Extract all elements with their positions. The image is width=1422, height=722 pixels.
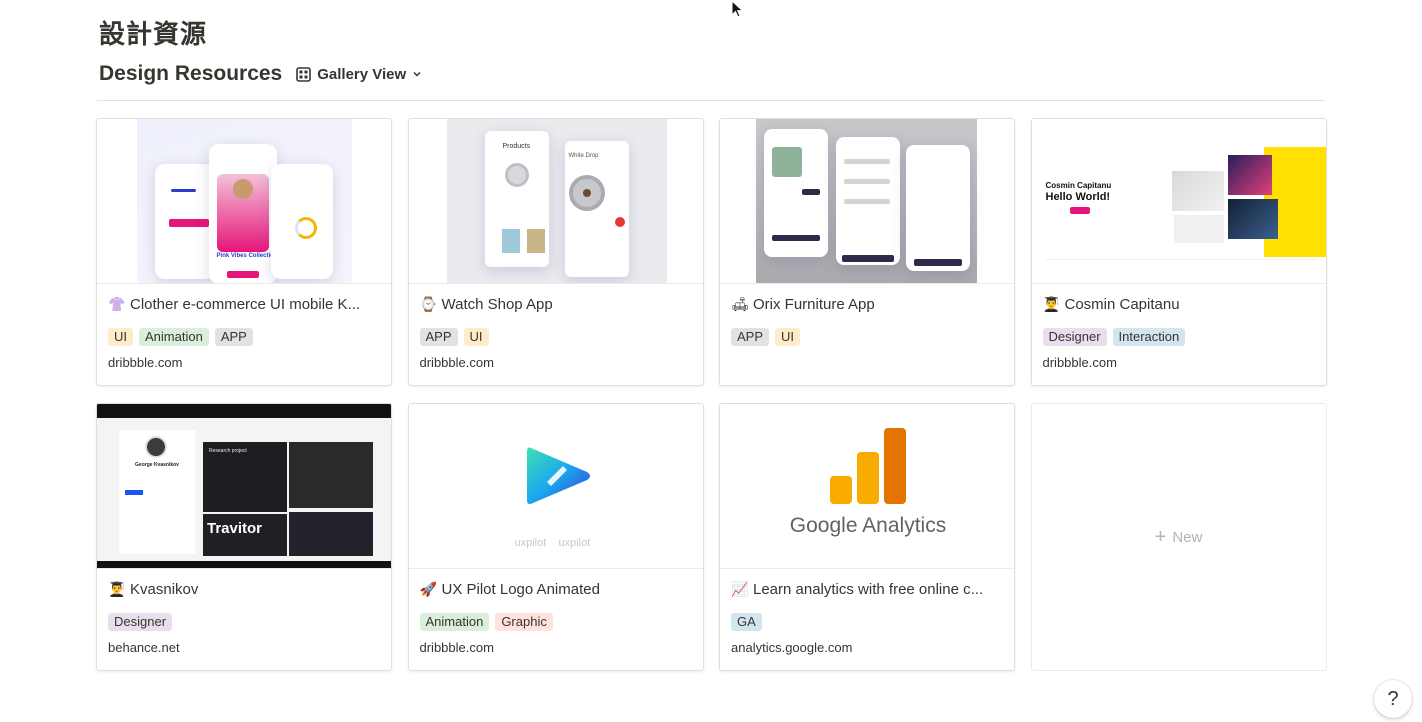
card-cover-image xyxy=(720,119,1014,284)
thumb-name: Cosmin Capitanu xyxy=(1045,181,1112,190)
thumb-word: Travitor xyxy=(207,520,263,537)
tag-ga: GA xyxy=(731,613,762,631)
card-cover-image: uxpilot uxpilot xyxy=(408,404,703,569)
mouse-cursor-icon xyxy=(731,0,744,18)
gallery-grid-icon xyxy=(296,66,312,82)
uxpilot-logo-icon xyxy=(526,447,590,504)
card-cover-image: George Kvasnikov Research project Travit… xyxy=(97,404,391,569)
card-title: 🚀 UX Pilot Logo Animated xyxy=(419,581,600,598)
new-card-button[interactable]: + New xyxy=(1030,403,1327,671)
rocket-icon: 🚀 xyxy=(419,581,438,597)
card-url: dribbble.com xyxy=(419,640,494,655)
thumb-project: Research project xyxy=(209,448,247,454)
card-title: 👚 Clother e-commerce UI mobile K... xyxy=(108,296,361,313)
page-title: 設計資源 xyxy=(99,20,208,50)
tag-interaction: Interaction xyxy=(1112,328,1186,346)
card-tags: Designer Interaction xyxy=(1042,328,1186,346)
header-divider xyxy=(97,100,1325,101)
card-url: analytics.google.com xyxy=(731,640,853,655)
card-tags: Designer xyxy=(108,613,173,631)
gallery-card[interactable]: Pink Vibes Collection 👚 Clother e-commerc… xyxy=(96,118,392,386)
tag-animation: Animation xyxy=(139,328,209,346)
card-url: dribbble.com xyxy=(108,355,183,370)
thumb-wordmark-left: uxpilot xyxy=(514,537,547,549)
thumb-heading: Products xyxy=(502,143,531,150)
thumb-product: White Drop xyxy=(568,153,599,159)
card-tags: APP UI xyxy=(419,328,489,346)
card-url: behance.net xyxy=(108,640,180,655)
chart-increasing-icon: 📈 xyxy=(731,581,749,597)
plus-icon: + xyxy=(1154,525,1167,548)
thumb-logo-text: Google Analytics xyxy=(789,514,947,537)
thumb-wordmark-right: uxpilot xyxy=(558,537,591,549)
card-cover-image: Products White Drop xyxy=(408,119,703,284)
watch-icon: ⌚ xyxy=(419,296,438,312)
card-cover-image: Google Analytics xyxy=(720,404,1014,569)
card-tags: GA xyxy=(731,613,762,631)
view-label: Gallery View xyxy=(317,65,407,83)
tag-app: APP xyxy=(214,328,253,346)
gallery-grid: Pink Vibes Collection 👚 Clother e-commerc… xyxy=(96,118,1327,671)
tag-graphic: Graphic xyxy=(495,613,553,631)
card-tags: Animation Graphic xyxy=(419,613,553,631)
graduate-icon: 👨‍🎓 xyxy=(1042,296,1061,312)
thumb-name: George Kvasnikov xyxy=(135,462,179,468)
card-tags: UI Animation APP xyxy=(108,328,253,346)
gallery-card[interactable]: Google Analytics 📈 Learn analytics with f… xyxy=(719,403,1015,671)
card-url: dribbble.com xyxy=(419,355,494,370)
tag-ui: UI xyxy=(775,328,801,346)
gallery-card[interactable]: George Kvasnikov Research project Travit… xyxy=(96,403,392,671)
database-title[interactable]: Design Resources xyxy=(99,62,282,86)
card-cover-image: Pink Vibes Collection xyxy=(97,119,391,284)
thumb-hello: Hello World! xyxy=(1045,191,1111,203)
card-url: dribbble.com xyxy=(1042,355,1117,370)
tag-app: APP xyxy=(419,328,458,346)
tag-designer: Designer xyxy=(1042,328,1107,346)
gallery-card[interactable]: 🛋 Orix Furniture App APP UI xyxy=(719,118,1015,386)
blouse-icon: 👚 xyxy=(108,296,126,312)
couch-icon: 🛋 xyxy=(731,296,749,312)
card-title: 👨‍🎓 Cosmin Capitanu xyxy=(1042,296,1180,313)
card-title: ⌚ Watch Shop App xyxy=(419,296,553,313)
google-analytics-logo-icon xyxy=(830,428,906,504)
database-header: Design Resources Gallery View xyxy=(99,62,422,86)
card-title: 🛋 Orix Furniture App xyxy=(731,296,875,313)
tag-ui: UI xyxy=(108,328,133,346)
view-switcher[interactable]: Gallery View xyxy=(296,66,422,83)
tag-designer: Designer xyxy=(108,613,173,631)
card-tags: APP UI xyxy=(731,328,801,346)
gallery-card[interactable]: Products White Drop ⌚ Watch Shop App APP … xyxy=(407,118,704,386)
gallery-card[interactable]: uxpilot uxpilot 🚀 UX Pilot Logo Animated … xyxy=(407,403,704,671)
tag-animation: Animation xyxy=(419,613,490,631)
chevron-down-icon xyxy=(413,71,421,77)
help-button[interactable]: ? xyxy=(1374,680,1412,718)
tag-ui: UI xyxy=(463,328,489,346)
graduate-icon: 👨‍🎓 xyxy=(108,581,126,597)
new-card-label: New xyxy=(1172,528,1203,546)
card-cover-image: Cosmin Capitanu Hello World! xyxy=(1031,119,1326,284)
tag-app: APP xyxy=(731,328,770,346)
card-title: 👨‍🎓 Kvasnikov xyxy=(108,581,199,598)
card-title: 📈 Learn analytics with free online c... xyxy=(731,581,984,598)
gallery-card[interactable]: Cosmin Capitanu Hello World! 👨‍🎓 Cosmin C… xyxy=(1030,118,1327,386)
